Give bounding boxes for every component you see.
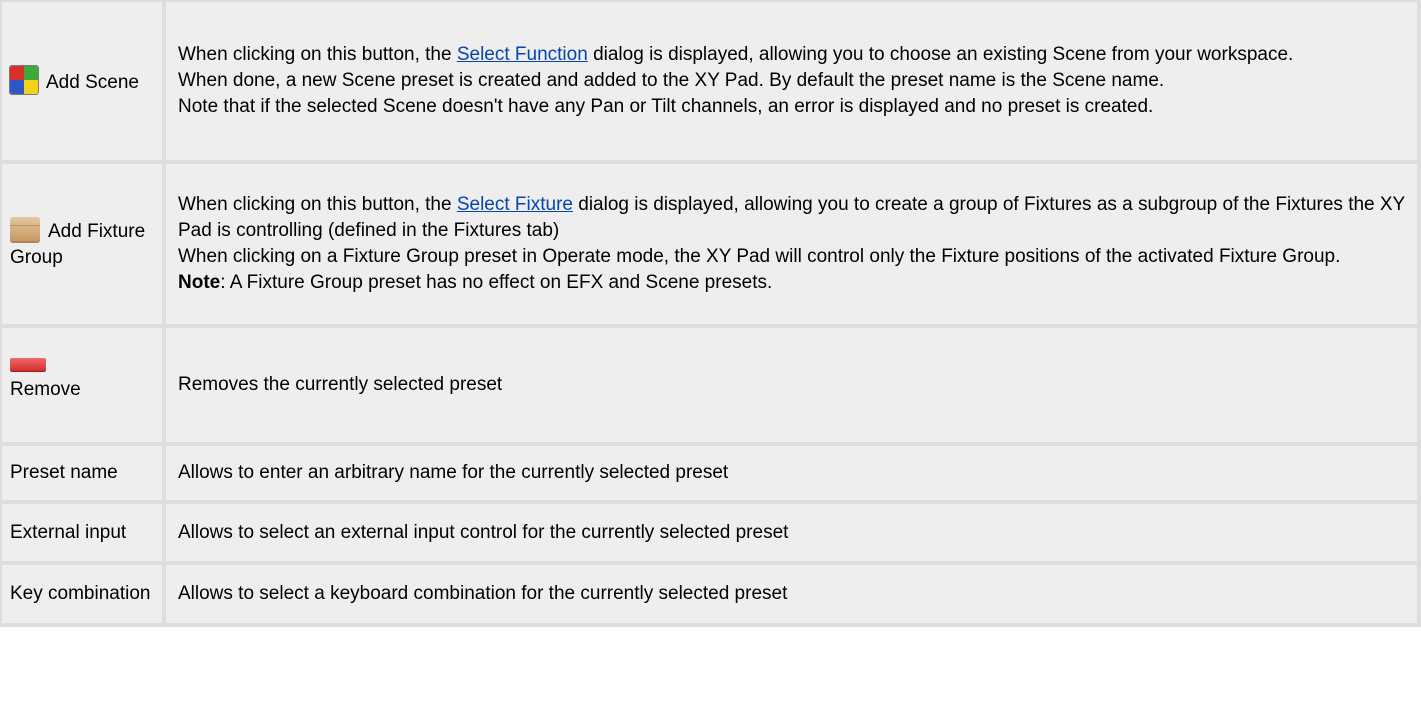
desc-text: When clicking on this button, the: [178, 194, 457, 215]
preset-name-label: Preset name: [10, 462, 118, 483]
scene-icon: [10, 66, 38, 94]
desc-cell-remove: Removes the currently selected preset: [166, 328, 1421, 446]
desc-text: dialog is displayed, allowing you to cho…: [587, 44, 1294, 65]
table-row: Remove Removes the currently selected pr…: [0, 328, 1421, 446]
note-label: Note: [178, 272, 221, 293]
add-scene-label: Add Scene: [46, 72, 139, 93]
table-row: Add Fixture Group When clicking on this …: [0, 164, 1421, 328]
label-cell-add-scene: Add Scene: [0, 0, 166, 164]
desc-cell-key-combination: Allows to select a keyboard combination …: [166, 565, 1421, 627]
select-function-link[interactable]: Select Function: [457, 44, 588, 65]
desc-text: Allows to select a keyboard combination …: [178, 583, 788, 604]
desc-text: Removes the currently selected preset: [178, 374, 503, 395]
desc-cell-add-scene: When clicking on this button, the Select…: [166, 0, 1421, 164]
desc-cell-add-fixture-group: When clicking on this button, the Select…: [166, 164, 1421, 328]
desc-text: Allows to enter an arbitrary name for th…: [178, 462, 729, 483]
desc-text: When done, a new Scene preset is created…: [178, 70, 1165, 91]
desc-cell-external-input: Allows to select an external input contr…: [166, 504, 1421, 565]
remove-label: Remove: [10, 378, 81, 400]
key-combination-label: Key combination: [10, 583, 151, 604]
external-input-label: External input: [10, 521, 127, 543]
desc-text: Allows to select an external input contr…: [178, 521, 789, 543]
desc-text: Note that if the selected Scene doesn't …: [178, 96, 1154, 117]
table-row: External input Allows to select an exter…: [0, 504, 1421, 565]
box-icon: [10, 217, 40, 243]
label-cell-key-combination: Key combination: [0, 565, 166, 627]
label-cell-external-input: External input: [0, 504, 166, 565]
desc-text: When clicking on a Fixture Group preset …: [178, 246, 1341, 267]
desc-text: When clicking on this button, the: [178, 44, 457, 65]
table-row: Key combination Allows to select a keybo…: [0, 565, 1421, 627]
label-cell-remove: Remove: [0, 328, 166, 446]
table-row: Add Scene When clicking on this button, …: [0, 0, 1421, 164]
table-row: Preset name Allows to enter an arbitrary…: [0, 446, 1421, 504]
desc-text: : A Fixture Group preset has no effect o…: [220, 272, 773, 293]
label-cell-preset-name: Preset name: [0, 446, 166, 504]
remove-icon: [10, 357, 46, 371]
select-fixture-link[interactable]: Select Fixture: [457, 194, 573, 215]
desc-cell-preset-name: Allows to enter an arbitrary name for th…: [166, 446, 1421, 504]
presets-help-table: Add Scene When clicking on this button, …: [0, 0, 1421, 627]
label-cell-add-fixture-group: Add Fixture Group: [0, 164, 166, 328]
